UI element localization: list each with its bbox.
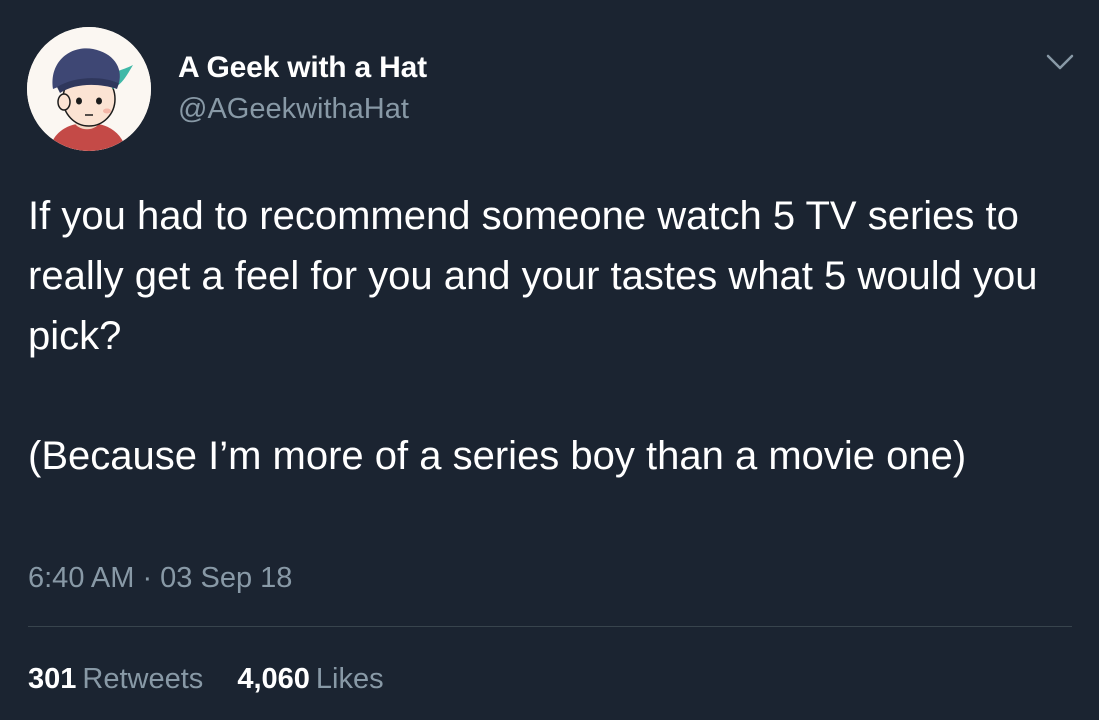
avatar[interactable] [27, 27, 151, 151]
retweets-label: Retweets [82, 663, 204, 695]
avatar-illustration-icon [27, 27, 151, 151]
retweets-stat[interactable]: 301 Retweets [28, 662, 203, 696]
tweet-timestamp[interactable]: 6:40 AM · 03 Sep 18 [28, 561, 292, 595]
tweet-card: A Geek with a Hat @AGeekwithaHat If you … [0, 0, 1099, 720]
author-block: A Geek with a Hat @AGeekwithaHat [178, 50, 427, 126]
divider [28, 626, 1072, 627]
tweet-paragraph: (Because I’m more of a series boy than a… [28, 434, 967, 478]
author-handle[interactable]: @AGeekwithaHat [178, 92, 427, 126]
likes-label: Likes [315, 663, 384, 695]
tweet-stats: 301 Retweets 4,060 Likes [28, 662, 410, 696]
tweet-menu-button[interactable] [1044, 50, 1076, 74]
likes-count: 4,060 [237, 663, 310, 695]
retweets-count: 301 [28, 663, 77, 695]
tweet-paragraph: If you had to recommend someone watch 5 … [28, 194, 1038, 358]
tweet-text: If you had to recommend someone watch 5 … [28, 186, 1078, 486]
likes-stat[interactable]: 4,060 Likes [237, 662, 383, 696]
author-display-name[interactable]: A Geek with a Hat [178, 50, 427, 86]
chevron-down-icon [1046, 54, 1074, 70]
